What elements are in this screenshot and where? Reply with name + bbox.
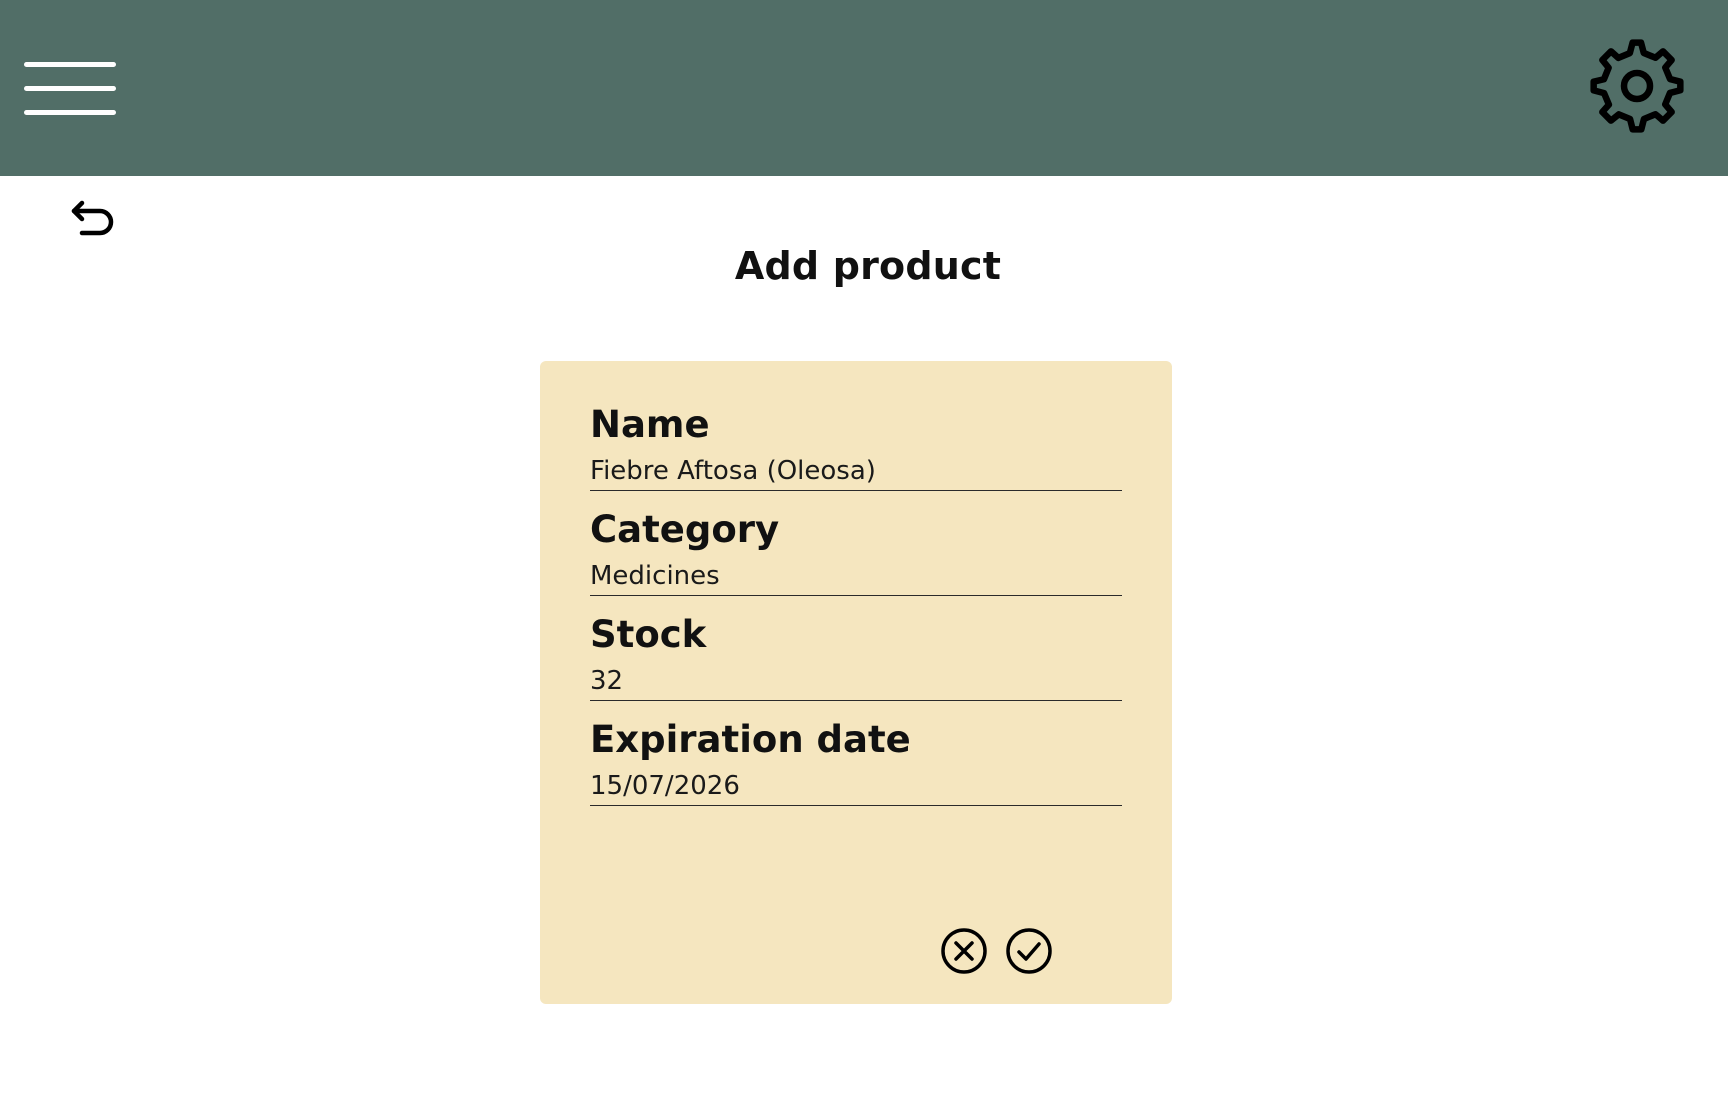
confirm-button[interactable]: [1005, 927, 1053, 975]
category-field-label: Category: [590, 508, 780, 551]
hamburger-menu-icon[interactable]: [22, 58, 118, 122]
category-field-input[interactable]: [590, 556, 1122, 596]
circle-x-icon: [941, 928, 987, 974]
undo-arrow-icon[interactable]: [70, 200, 120, 244]
stock-field-input[interactable]: [590, 661, 1122, 701]
cancel-button[interactable]: [940, 927, 988, 975]
stock-field-label: Stock: [590, 613, 707, 656]
circle-check-icon: [1006, 928, 1052, 974]
name-field-input[interactable]: [590, 451, 1122, 491]
gear-icon[interactable]: [1585, 34, 1689, 138]
stock-field-group: Stock: [590, 613, 1122, 701]
name-field-label: Name: [590, 403, 710, 446]
expiration-date-field-group: Expiration date: [590, 718, 1122, 806]
expiration-date-field-input[interactable]: [590, 766, 1122, 806]
page-title: Add product: [734, 244, 1002, 288]
category-field-group: Category: [590, 508, 1122, 596]
top-app-bar: [0, 0, 1728, 176]
name-field-group: Name: [590, 403, 1122, 491]
add-product-form-card: Name Category Stock Expiration date: [540, 361, 1172, 1004]
expiration-date-field-label: Expiration date: [590, 718, 911, 761]
